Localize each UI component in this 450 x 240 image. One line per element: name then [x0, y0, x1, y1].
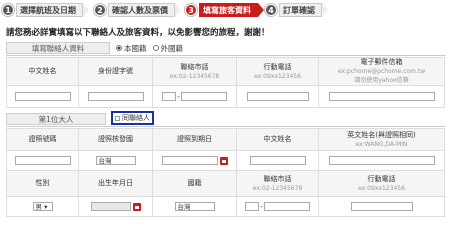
passenger-phone-input[interactable] [263, 202, 310, 211]
cell-name [6, 85, 79, 108]
step-label: 選擇航班及日期 [16, 3, 83, 17]
nationality-input[interactable]: 台灣 [174, 202, 215, 211]
cell-name [236, 150, 319, 171]
checkbox-icon [115, 115, 120, 121]
issuer-country-input[interactable]: 台灣 [95, 156, 136, 165]
passport-number-input[interactable] [14, 156, 71, 165]
cell-nationality: 台灣 [152, 196, 237, 217]
calendar-icon[interactable] [132, 202, 141, 211]
step-number: 2 [94, 4, 106, 16]
cell-expiry [152, 150, 237, 171]
header-en-name: 英文姓名(與證照相同) ex:WANG,DA-MIN [318, 128, 445, 151]
header-gender: 性別 [6, 170, 79, 197]
divider [6, 126, 446, 127]
step-4: 4 訂單確認 [265, 2, 328, 18]
passenger-mobile-input[interactable] [350, 202, 413, 211]
step-1: 1 選擇航班及日期 [2, 2, 89, 18]
radio-foreign[interactable]: 外國籍 [152, 43, 184, 54]
contact-tab-row: 填寫聯絡人資料 本國籍 外國籍 [6, 42, 183, 54]
tab-passenger-1[interactable]: 第1位大人 [6, 113, 106, 125]
step-2: 2 確認人數及票價 [94, 2, 181, 18]
contact-id-input[interactable] [87, 92, 144, 101]
passenger-en-name-input[interactable] [328, 156, 435, 165]
header-nationality: 國籍 [152, 170, 237, 197]
divider [6, 55, 446, 56]
calendar-icon[interactable] [219, 156, 228, 165]
header-issuer: 證照核發國 [78, 128, 153, 151]
header-phone: 聯絡市話 ex:02-12345678 [236, 170, 319, 197]
passenger-phone-area-input[interactable] [245, 202, 260, 211]
cell-phone: - [236, 196, 319, 217]
contact-mobile-input[interactable] [246, 92, 309, 101]
step-label: 訂單確認 [279, 3, 322, 17]
gender-select[interactable]: 男 ▾ [32, 202, 53, 211]
cell-email [318, 85, 445, 108]
checkbox-label: 同聯絡人 [122, 114, 150, 122]
step-number: 4 [265, 4, 277, 16]
step-number: 1 [2, 4, 14, 16]
cell-gender: 男 ▾ [6, 196, 79, 217]
step-arrow [83, 3, 89, 17]
step-arrow [258, 3, 264, 17]
tab-contact-info[interactable]: 填寫聯絡人資料 [6, 42, 110, 54]
step-label: 填寫旅客資料 [199, 3, 258, 17]
cell-doc-no [6, 150, 79, 171]
step-arrow [175, 3, 181, 17]
header-email: 電子郵件信箱 ex:pchome@pchome.com.tw 請勿使用yahoo信箱 [318, 57, 445, 86]
header-name: 中文姓名 [6, 57, 79, 86]
contact-phone-area-input[interactable] [162, 92, 177, 101]
same-as-contact-checkbox[interactable]: 同聯絡人 [111, 111, 154, 125]
cell-en-name [318, 150, 445, 171]
passenger-tab-row: 第1位大人 [6, 113, 106, 125]
cell-issuer: 台灣 [78, 150, 153, 171]
header-id: 身份證字號 [78, 57, 153, 86]
header-phone: 聯絡市話 ex:02-12345678 [152, 57, 237, 86]
radio-label: 外國籍 [160, 43, 184, 53]
contact-phone-input[interactable] [180, 92, 227, 101]
radio-domestic[interactable]: 本國籍 [116, 43, 147, 54]
header-mobile: 行動電話 ex:09xx123456 [318, 170, 445, 197]
progress-steps: 1 選擇航班及日期 2 確認人數及票價 3 填寫旅客資料 4 訂單確認 [0, 2, 450, 18]
header-mobile: 行動電話 ex:09xx123456 [236, 57, 319, 86]
step-number: 3 [185, 4, 197, 16]
dob-input[interactable] [90, 202, 131, 211]
step-arrow [322, 3, 328, 17]
passenger-table: 證照號碼 證照核發國 證照到期日 中文姓名 英文姓名(與證照相同) ex:WANG… [6, 128, 445, 217]
radio-label: 本國籍 [124, 43, 147, 53]
cell-phone: - [152, 85, 237, 108]
expiry-date-input[interactable] [161, 156, 218, 165]
cell-dob [78, 196, 153, 217]
cell-mobile [236, 85, 319, 108]
step-label: 確認人數及票價 [108, 3, 175, 17]
notice-text: 請您務必詳實填寫以下聯絡人及旅客資料，以免影響您的旅程，謝謝！ [6, 28, 270, 38]
step-3: 3 填寫旅客資料 [185, 2, 264, 18]
radio-dot-icon [116, 45, 122, 51]
contact-table: 中文姓名 身份證字號 聯絡市話 ex:02-12345678 行動電話 ex:09x… [6, 57, 445, 108]
contact-email-input[interactable] [328, 92, 435, 101]
header-dob: 出生年月日 [78, 170, 153, 197]
header-expiry: 證照到期日 [152, 128, 237, 151]
radio-dot-icon [152, 45, 159, 51]
contact-name-input[interactable] [14, 92, 71, 101]
passenger-name-input[interactable] [249, 156, 306, 165]
header-name: 中文姓名 [236, 128, 319, 151]
header-doc-no: 證照號碼 [6, 128, 79, 151]
cell-mobile [318, 196, 445, 217]
cell-id [78, 85, 153, 108]
